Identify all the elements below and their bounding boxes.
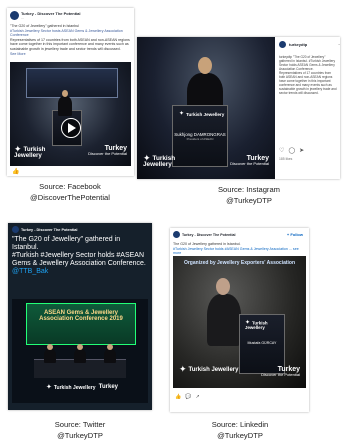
instagram-caption-source: Source: Instagram [217,185,281,194]
linkedin-caption-source: Source: Linkedin [211,420,269,429]
twitter-avatar[interactable] [12,226,19,233]
turkey-logo: Turkey Discover the Potential [230,155,269,166]
podium-logo: ✦ Turkish Jewellery [179,111,225,118]
linkedin-photo[interactable]: Organized by Jewellery Exporters' Associ… [173,256,306,388]
panelist-1 [44,349,56,363]
twitter-account-name[interactable]: Turkey - Discover The Potential [21,228,77,232]
like-icon[interactable]: 👍 [12,168,19,175]
diamond-icon: ✦ [179,111,185,118]
turkey-logo: Turkey Discover the Potential [88,145,127,156]
facebook-caption-source: Source: Facebook [39,182,101,191]
facebook-body: #Turkish Jewellery Sector hosts ASEAN Ge… [10,28,123,38]
instagram-header: turkeydtp ⋯ [279,41,340,48]
speaker-figure [207,294,241,346]
tweet-hashtag[interactable]: @TTB_Bak [12,268,148,276]
facebook-post-header: Turkey - Discover The Potential ... [10,11,81,20]
like-icon[interactable]: 👍 [175,394,181,400]
instagram-caption: Source: Instagram @TurkeyDTP [164,184,334,206]
panelist-1-head [47,344,53,350]
linkedin-follow-button[interactable]: + Follow [287,232,303,237]
linkedin-action-bar: 👍 💬 ↗ [175,394,200,400]
event-banner: Organized by Jewellery Exporters' Associ… [183,260,296,266]
speaker-figure [58,96,72,116]
twitter-caption-handle: @TurkeyDTP [57,431,103,440]
facebook-post-text: "The G20 of Jewellery" gathered in Istan… [10,24,130,56]
screen-title: ASEAN Gems & Jewellery Association Confe… [39,310,123,322]
stage-podium: ✦ Turkish Jewellery Mustafa GÜRCAY [239,314,285,374]
twitter-photo[interactable]: ASEAN Gems & Jewellery Association Confe… [12,299,148,403]
linkedin-header: Turkey - Discover The Potential [173,231,235,238]
turkey-logo: Turkey Discover the Potential [261,366,300,377]
facebook-post-card: Turkey - Discover The Potential ... "The… [7,8,134,176]
instagram-action-bar: ♡ ◯ ➤ [279,147,304,154]
speaker-head [216,278,230,295]
linkedin-account-name[interactable]: Turkey - Discover The Potential [182,233,235,237]
facebook-action-bar: 👍 [12,168,19,175]
linkedin-avatar[interactable] [173,231,180,238]
heart-icon[interactable]: ♡ [279,147,284,154]
stage-screen [26,68,118,98]
turkish-jewellery-logo: ✦ Turkish Jewellery [143,153,176,169]
linkedin-caption: Source: Linkedin @TurkeyDTP [155,419,325,441]
twitter-caption-source: Source: Twitter [54,420,106,429]
twitter-post-card: Turkey - Discover The Potential "The G20… [8,223,152,410]
instagram-comment: turkeydtp "The G20 of Jewellery" gathere… [279,55,337,95]
play-button-icon[interactable] [61,118,81,138]
facebook-caption: Source: Facebook @DiscoverThePotential [0,181,155,203]
conference-screen: ASEAN Gems & Jewellery Association Confe… [26,303,136,345]
instagram-likes: 185 likes [279,157,293,161]
panelist-2 [74,349,86,363]
facebook-video-photo[interactable]: ✦ Turkish Jewellery Turkey Discover the Po… [10,62,131,166]
facebook-caption-handle: @DiscoverThePotential [30,193,110,202]
diamond-icon: ✦ [46,384,52,391]
facebook-account-name[interactable]: Turkey - Discover The Potential [21,11,81,16]
comment-icon[interactable]: ◯ [288,147,295,154]
turkish-jewellery-logo: ✦ Turkish Jewellery [46,384,96,392]
instagram-photo[interactable]: ✦ Turkish Jewellery Sukhjong DAMRONGRAS P… [137,37,275,179]
podium-logo: ✦ Turkish Jewellery [245,320,268,331]
twitter-caption: Source: Twitter @TurkeyDTP [0,419,165,441]
panelist-3-head [107,344,113,350]
turkish-jewellery-logo: ✦ Turkish Jewellery [179,364,239,374]
panelist-2-head [77,344,83,350]
facebook-timestamp: ... [21,16,24,20]
speaker-name-plate: Sukhjong DAMRONGRAS President of ASEAN [174,132,226,141]
speaker-head [62,90,68,97]
panelist-3 [104,349,116,363]
linkedin-post-text: The G20 of Jewellery gathered in Istanbu… [173,242,305,256]
instagram-caption-handle: @TurkeyDTP [226,196,272,205]
turkey-logo: Turkey [98,384,118,390]
instagram-account-name[interactable]: turkeydtp [289,42,307,47]
linkedin-caption-handle: @TurkeyDTP [217,431,263,440]
twitter-tweet-text: "The G20 of Jewellery" gathered in Istan… [12,236,148,276]
speaker-name-plate: Mustafa GÜRCAY [247,341,277,345]
comment-icon[interactable]: 💬 [185,394,191,400]
tweet-line-1: "The G20 of Jewellery" gathered in Istan… [12,236,121,251]
instagram-avatar[interactable] [279,41,286,48]
share-icon[interactable]: ➤ [299,147,304,154]
facebook-see-more-link[interactable]: See More [10,52,130,57]
speaker-head [198,57,212,74]
linkedin-post-line-2[interactable]: #Turkish Jewellery Sector holds #ASEAN G… [173,247,305,256]
instagram-post-card: ✦ Turkish Jewellery Sukhjong DAMRONGRAS P… [137,37,340,179]
facebook-avatar[interactable] [10,11,19,20]
linkedin-post-card: Turkey - Discover The Potential + Follow… [170,228,309,412]
share-icon[interactable]: ↗ [195,394,199,400]
turkish-jewellery-logo: ✦ Turkish Jewellery [14,144,46,160]
more-options-icon[interactable]: ⋯ [338,42,340,48]
diamond-icon: ✦ [179,364,187,374]
twitter-header: Turkey - Discover The Potential [12,226,77,233]
tweet-line-2: #Turkish #Jewellery Sector holds #ASEAN … [12,252,146,267]
facebook-body-2: Representatives of 17 countries from bot… [10,37,130,51]
